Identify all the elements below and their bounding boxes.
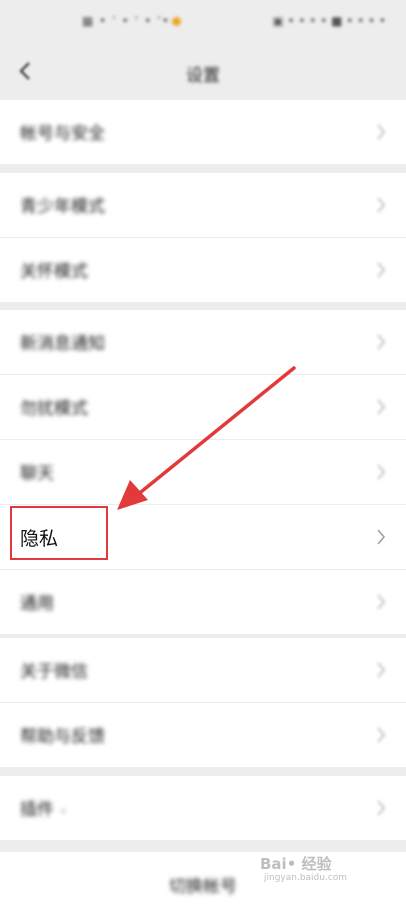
settings-item-label: 插件 • — [20, 795, 67, 820]
settings-item-label: 通用 — [20, 594, 54, 614]
status-bar: ▦ • ’ • ‘ • ‘• ▣ • • • • ■ • • • • — [0, 0, 406, 44]
chevron-right-icon — [377, 197, 386, 213]
watermark-sub: jingyan.baidu.com — [264, 873, 348, 883]
chevron-right-icon — [377, 529, 386, 545]
chevron-right-icon — [377, 662, 386, 678]
settings-group-about: 关于微信 帮助与反馈 — [0, 638, 406, 767]
settings-group-modes: 青少年模式 关怀模式 — [0, 173, 406, 302]
settings-item-label: 帮助与反馈 — [20, 727, 105, 747]
settings-item-label: 关于微信 — [20, 662, 88, 682]
watermark-text: Bai• 经验 — [260, 855, 332, 873]
status-left: ▦ • ’ • ‘ • ‘• — [82, 14, 181, 28]
settings-item-about[interactable]: 关于微信 — [0, 638, 406, 703]
settings-item-label: 新消息通知 — [20, 334, 105, 354]
notification-dot-icon — [171, 17, 181, 26]
chevron-right-icon — [377, 124, 386, 140]
chevron-right-icon — [377, 262, 386, 278]
settings-item-label: 聊天 — [20, 464, 54, 484]
settings-item-do-not-disturb[interactable]: 勿扰模式 — [0, 375, 406, 440]
baidu-watermark: Bai• 经验 jingyan.baidu.com — [260, 849, 380, 889]
plugins-label-text: 插件 — [20, 800, 54, 820]
settings-item-care-mode[interactable]: 关怀模式 — [0, 238, 406, 302]
settings-group-plugins: 插件 • — [0, 776, 406, 840]
privacy-highlight-box — [10, 506, 108, 560]
settings-item-label: 关怀模式 — [20, 262, 88, 282]
chevron-right-icon — [377, 800, 386, 816]
switch-account-label: 切换帐号 — [169, 877, 237, 897]
chevron-right-icon — [377, 464, 386, 480]
settings-item-notifications[interactable]: 新消息通知 — [0, 310, 406, 375]
page-title: 设置 — [186, 66, 220, 86]
status-right: ▣ • • • • ■ • • • • — [272, 14, 386, 28]
plugins-badge: • — [60, 805, 67, 818]
chevron-right-icon — [377, 727, 386, 743]
settings-item-general[interactable]: 通用 — [0, 570, 406, 634]
settings-item-plugins[interactable]: 插件 • — [0, 776, 406, 840]
chevron-right-icon — [377, 594, 386, 610]
chevron-right-icon — [377, 399, 386, 415]
status-left-text: ▦ • ’ • ‘ • ‘• — [82, 14, 170, 28]
settings-item-label: 勿扰模式 — [20, 399, 88, 419]
settings-item-teen-mode[interactable]: 青少年模式 — [0, 173, 406, 238]
settings-group-account: 帐号与安全 — [0, 100, 406, 164]
nav-bar: 设置 — [0, 44, 406, 100]
settings-item-label: 青少年模式 — [20, 197, 105, 217]
settings-item-help-feedback[interactable]: 帮助与反馈 — [0, 703, 406, 767]
settings-group-general: 新消息通知 勿扰模式 聊天 隐私 通用 — [0, 310, 406, 634]
settings-item-account-security[interactable]: 帐号与安全 — [0, 100, 406, 164]
settings-item-label: 帐号与安全 — [20, 124, 105, 144]
settings-item-chat[interactable]: 聊天 — [0, 440, 406, 505]
chevron-right-icon — [377, 334, 386, 350]
